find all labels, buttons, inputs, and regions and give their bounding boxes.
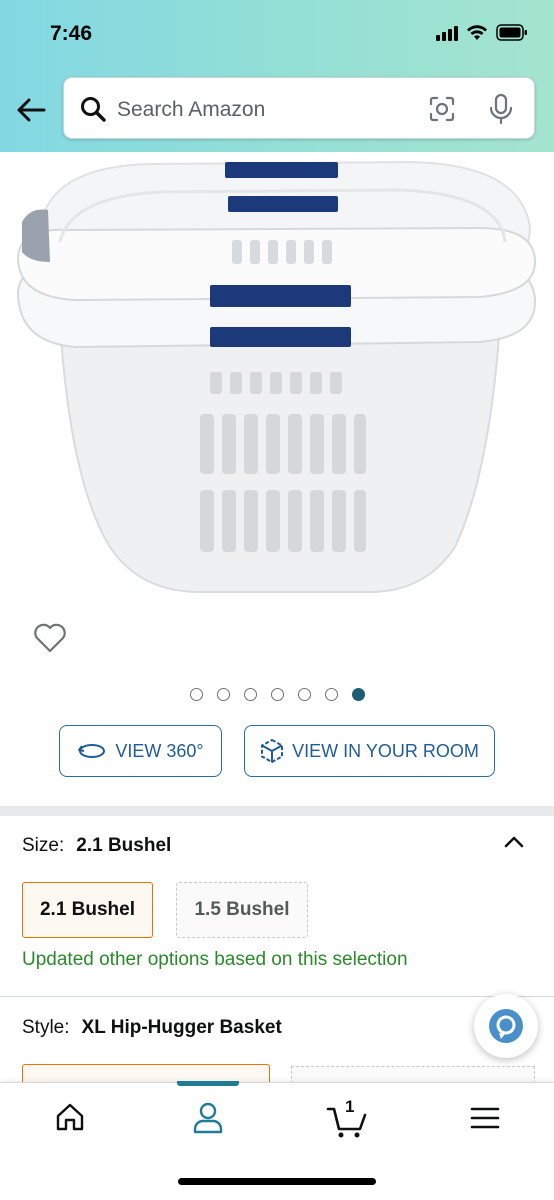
menu-icon[interactable] <box>470 1105 500 1131</box>
style-label: Style: <box>22 1017 70 1038</box>
search-input[interactable]: Search Amazon <box>117 98 265 122</box>
search-icon <box>81 97 106 122</box>
view-in-room-button[interactable]: VIEW IN YOUR ROOM <box>244 725 495 777</box>
home-icon[interactable] <box>54 1101 86 1133</box>
camera-scan-icon[interactable] <box>428 95 456 123</box>
alexa-button[interactable] <box>474 994 538 1058</box>
app-header: 7:46 Search Amazon <box>0 0 554 152</box>
style-selected-value: XL Hip-Hugger Basket <box>81 1017 282 1038</box>
nav-active-indicator <box>177 1081 239 1086</box>
rotate-360-icon <box>78 744 106 758</box>
battery-icon <box>496 24 527 41</box>
carousel-dot[interactable] <box>324 688 338 701</box>
back-arrow-icon[interactable] <box>14 92 50 128</box>
divider <box>0 996 554 997</box>
carousel-dot[interactable] <box>243 688 257 701</box>
options-updated-message: Updated other options based on this sele… <box>22 949 408 970</box>
product-image[interactable] <box>0 152 554 612</box>
carousel-dot-active[interactable] <box>351 688 365 701</box>
size-selected-value: 2.1 Bushel <box>76 835 172 856</box>
view-in-room-label: VIEW IN YOUR ROOM <box>292 740 479 761</box>
microphone-icon[interactable] <box>488 93 514 125</box>
size-label: Size: <box>22 835 65 856</box>
wifi-icon <box>467 25 487 40</box>
style-selector-header[interactable]: Style: XL Hip-Hugger Basket <box>22 1017 282 1039</box>
view-360-label: VIEW 360° <box>115 740 204 761</box>
status-icons <box>436 24 528 41</box>
carousel-dot[interactable] <box>216 688 230 701</box>
home-indicator <box>178 1178 376 1185</box>
ar-cube-icon <box>261 738 284 764</box>
carousel-dot[interactable] <box>189 688 203 701</box>
heart-outline-icon[interactable] <box>33 622 67 654</box>
size-option-selected[interactable]: 2.1 Bushel <box>22 882 153 938</box>
status-time: 7:46 <box>50 22 93 45</box>
section-divider <box>0 806 554 816</box>
account-icon[interactable] <box>192 1101 224 1135</box>
size-selector-header[interactable]: Size: 2.1 Bushel <box>22 835 171 857</box>
cart-count-badge: 1 <box>345 1097 355 1116</box>
cellular-signal-icon <box>436 25 458 41</box>
view-360-button[interactable]: VIEW 360° <box>59 725 222 777</box>
search-box[interactable]: Search Amazon <box>63 77 535 139</box>
image-carousel-dots[interactable] <box>0 688 554 701</box>
size-option[interactable]: 1.5 Bushel <box>176 882 308 938</box>
alexa-icon <box>489 1009 523 1043</box>
carousel-dot[interactable] <box>270 688 284 701</box>
chevron-up-icon[interactable] <box>500 830 528 854</box>
carousel-dot[interactable] <box>297 688 311 701</box>
